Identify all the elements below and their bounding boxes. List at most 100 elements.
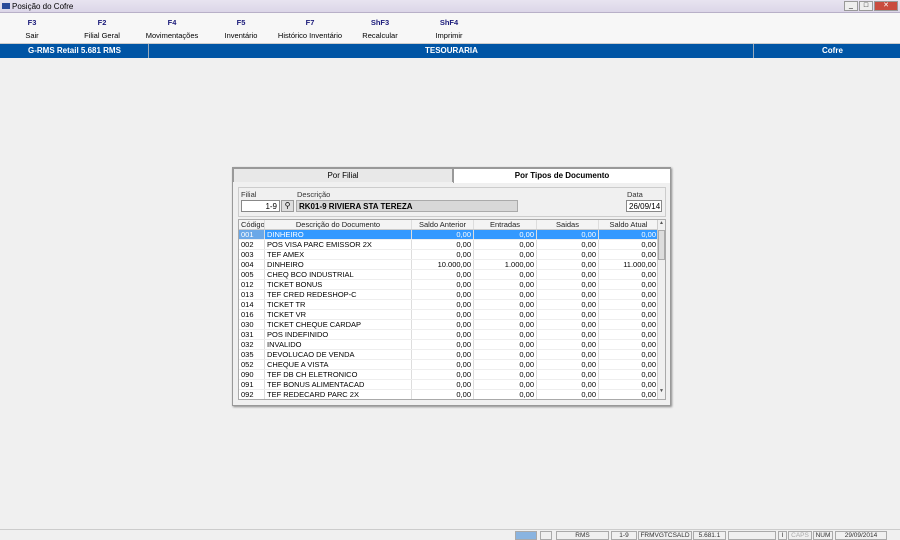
table-cell: 1.000,00 bbox=[474, 260, 537, 269]
shortcut-key: F5 bbox=[236, 18, 246, 27]
table-row[interactable]: 013 TEF CRED REDESHOP-C 0,00 0,00 0,00 0,00 bbox=[239, 290, 665, 300]
table-row[interactable]: 004 DINHEIRO 10.000,00 1.000,00 0,00 11.000,0… bbox=[239, 260, 665, 270]
table-cell: TICKET TR bbox=[265, 300, 412, 309]
table-cell: 0,00 bbox=[474, 300, 537, 309]
table-cell: POS VISA PARC EMISSOR 2X bbox=[265, 240, 412, 249]
table-row[interactable]: 035 DEVOLUCAO DE VENDA 0,00 0,00 0,00 0,00 bbox=[239, 350, 665, 360]
window-title: Posição do Cofre bbox=[12, 2, 74, 11]
table-cell: DINHEIRO bbox=[265, 230, 412, 239]
table-cell: CHEQ BCO INDUSTRIAL bbox=[265, 270, 412, 279]
cofre-dialog: Por Filial Por Tipos de Documento Filial… bbox=[232, 167, 671, 406]
table-row[interactable]: 030 TICKET CHEQUE CARDAP 0,00 0,00 0,00 0,00 bbox=[239, 320, 665, 330]
toolbar-button-hist-rico-invent-rio[interactable]: F7 Histórico Inventário bbox=[278, 18, 342, 40]
table-cell: 005 bbox=[239, 270, 265, 279]
table-cell: 0,00 bbox=[412, 250, 474, 259]
toolbar-button-movimenta-es[interactable]: F4 Movimentações bbox=[146, 18, 199, 40]
scroll-thumb[interactable] bbox=[658, 230, 665, 260]
table-cell: 0,00 bbox=[537, 370, 599, 379]
table-cell: 0,00 bbox=[537, 280, 599, 289]
table-cell: 0,00 bbox=[599, 320, 659, 329]
table-cell: TEF DB CH ELETRONICO bbox=[265, 370, 412, 379]
descricao-label: Descrição bbox=[297, 190, 331, 199]
table-cell: DEVOLUCAO DE VENDA bbox=[265, 350, 412, 359]
table-cell: 10.000,00 bbox=[412, 260, 474, 269]
button-label: Movimentações bbox=[145, 31, 199, 40]
table-cell: 0,00 bbox=[412, 320, 474, 329]
table-row[interactable]: 031 POS INDEFINIDO 0,00 0,00 0,00 0,00 bbox=[239, 330, 665, 340]
close-button[interactable]: ✕ bbox=[874, 1, 898, 11]
table-cell: 0,00 bbox=[537, 310, 599, 319]
maximize-button[interactable]: □ bbox=[859, 1, 873, 11]
table-row[interactable]: 090 TEF DB CH ELETRONICO 0,00 0,00 0,00 0,00 bbox=[239, 370, 665, 380]
tab-por-tipos-documento[interactable]: Por Tipos de Documento bbox=[453, 168, 671, 183]
table-cell: 001 bbox=[239, 230, 265, 239]
table-cell: 0,00 bbox=[474, 360, 537, 369]
table-cell: 0,00 bbox=[599, 250, 659, 259]
binoculars-search-icon[interactable]: ⚲ bbox=[281, 200, 294, 212]
table-cell: 0,00 bbox=[474, 290, 537, 299]
table-row[interactable]: 012 TICKET BONUS 0,00 0,00 0,00 0,00 bbox=[239, 280, 665, 290]
data-input[interactable]: 26/09/14 bbox=[626, 200, 662, 212]
table-row[interactable]: 014 TICKET TR 0,00 0,00 0,00 0,00 bbox=[239, 300, 665, 310]
table-cell: 014 bbox=[239, 300, 265, 309]
table-row[interactable]: 032 INVALIDO 0,00 0,00 0,00 0,00 bbox=[239, 340, 665, 350]
button-label: Sair bbox=[25, 31, 39, 40]
table-cell: 0,00 bbox=[599, 270, 659, 279]
table-cell: 0,00 bbox=[412, 380, 474, 389]
table-cell: 0,00 bbox=[537, 320, 599, 329]
table-row[interactable]: 005 CHEQ BCO INDUSTRIAL 0,00 0,00 0,00 0,00 bbox=[239, 270, 665, 280]
table-cell: 003 bbox=[239, 250, 265, 259]
table-cell: TEF AMEX bbox=[265, 250, 412, 259]
table-cell: 0,00 bbox=[474, 350, 537, 359]
toolbar-button-sair[interactable]: F3 Sair bbox=[25, 18, 38, 40]
table-row[interactable]: 052 CHEQUE A VISTA 0,00 0,00 0,00 0,00 bbox=[239, 360, 665, 370]
column-header[interactable]: Saidas bbox=[537, 220, 599, 229]
shortcut-key: F4 bbox=[167, 18, 177, 27]
table-cell: 0,00 bbox=[537, 330, 599, 339]
table-cell: 0,00 bbox=[474, 240, 537, 249]
table-row[interactable]: 092 TEF REDECARD PARC 2X 0,00 0,00 0,00 0,00 bbox=[239, 390, 665, 399]
table-cell: TICKET CHEQUE CARDAP bbox=[265, 320, 412, 329]
table-row[interactable]: 091 TEF BONUS ALIMENTACAD 0,00 0,00 0,00 0,00 bbox=[239, 380, 665, 390]
filial-input[interactable]: 1-9 bbox=[241, 200, 280, 212]
toolbar-button-recalcular[interactable]: ShF3 Recalcular bbox=[362, 18, 397, 40]
scroll-up-icon[interactable]: ▲ bbox=[658, 220, 665, 229]
table-cell: 0,00 bbox=[537, 260, 599, 269]
table-cell: 0,00 bbox=[474, 280, 537, 289]
table-cell: 0,00 bbox=[474, 340, 537, 349]
toolbar-button-invent-rio[interactable]: F5 Inventário bbox=[225, 18, 258, 40]
shortcut-key: F7 bbox=[305, 18, 315, 27]
table-cell: 012 bbox=[239, 280, 265, 289]
vertical-scrollbar[interactable]: ▲ ▼ bbox=[657, 220, 665, 399]
table-cell: 0,00 bbox=[474, 330, 537, 339]
column-header[interactable]: Código bbox=[239, 220, 265, 229]
title-bar: Posição do Cofre _ □ ✕ bbox=[0, 0, 900, 13]
tab-por-filial[interactable]: Por Filial bbox=[233, 168, 453, 182]
table-row[interactable]: 016 TICKET VR 0,00 0,00 0,00 0,00 bbox=[239, 310, 665, 320]
minimize-button[interactable]: _ bbox=[844, 1, 858, 11]
scroll-down-icon[interactable]: ▼ bbox=[658, 388, 665, 397]
column-header[interactable]: Descrição do Documento bbox=[265, 220, 412, 229]
data-label: Data bbox=[627, 190, 643, 199]
table-row[interactable]: 003 TEF AMEX 0,00 0,00 0,00 0,00 bbox=[239, 250, 665, 260]
table-cell: 0,00 bbox=[412, 360, 474, 369]
column-header[interactable]: Saldo Atual bbox=[599, 220, 659, 229]
table-row[interactable]: 002 POS VISA PARC EMISSOR 2X 0,00 0,00 0,00 0… bbox=[239, 240, 665, 250]
table-cell: INVALIDO bbox=[265, 340, 412, 349]
toolbar-button-imprimir[interactable]: ShF4 Imprimir bbox=[435, 18, 462, 40]
table-cell: 0,00 bbox=[599, 240, 659, 249]
column-header[interactable]: Entradas bbox=[474, 220, 537, 229]
table-cell: 0,00 bbox=[599, 370, 659, 379]
table-cell: 0,00 bbox=[412, 290, 474, 299]
table-cell: 016 bbox=[239, 310, 265, 319]
column-header[interactable]: Saldo Anterior bbox=[412, 220, 474, 229]
toolbar-button-filial-geral[interactable]: F2 Filial Geral bbox=[84, 18, 120, 40]
table-cell: 0,00 bbox=[412, 240, 474, 249]
table-cell: 0,00 bbox=[537, 380, 599, 389]
table-row[interactable]: 001 DINHEIRO 0,00 0,00 0,00 0,00 bbox=[239, 230, 665, 240]
table-cell: 0,00 bbox=[412, 270, 474, 279]
table-cell: POS INDEFINIDO bbox=[265, 330, 412, 339]
shortcut-key: ShF3 bbox=[370, 18, 390, 27]
table-cell: 052 bbox=[239, 360, 265, 369]
table-cell: 0,00 bbox=[537, 390, 599, 399]
